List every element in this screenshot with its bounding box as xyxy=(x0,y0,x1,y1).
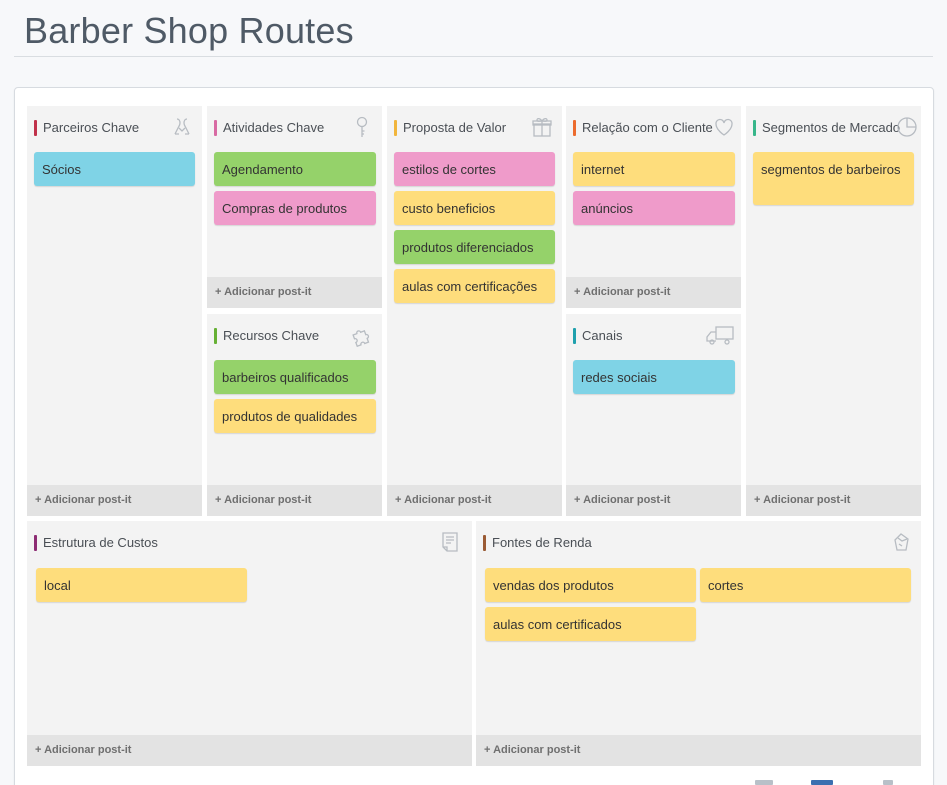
block-atividades-chave: Atividades Chave Agendamento Compras de … xyxy=(207,106,382,308)
block-color-bar xyxy=(34,120,37,136)
block-title: Relação com o Cliente xyxy=(582,120,713,135)
block-proposta-de-valor: Proposta de Valor estilos de cortes cust… xyxy=(387,106,562,516)
block-title: Atividades Chave xyxy=(223,120,325,135)
postit[interactable]: cortes xyxy=(700,568,911,602)
footer-toolbar-partial xyxy=(755,780,915,785)
block-title: Segmentos de Mercado xyxy=(762,120,901,135)
business-model-canvas: Parceiros Chave Sócios + Adicionar post-… xyxy=(14,87,934,785)
postit[interactable]: redes sociais xyxy=(573,360,735,394)
add-postit-button[interactable]: + Adicionar post-it xyxy=(746,485,921,516)
postit[interactable]: segmentos de barbeiros xyxy=(753,152,914,205)
block-color-bar xyxy=(394,120,397,136)
block-title: Proposta de Valor xyxy=(403,120,507,135)
add-postit-button[interactable]: + Adicionar post-it xyxy=(207,485,382,516)
add-postit-button[interactable]: + Adicionar post-it xyxy=(27,485,202,516)
postit[interactable]: produtos diferenciados xyxy=(394,230,555,264)
postit[interactable]: produtos de qualidades xyxy=(214,399,376,433)
block-color-bar xyxy=(573,328,576,344)
receipt-icon xyxy=(438,530,462,554)
add-postit-button[interactable]: + Adicionar post-it xyxy=(387,485,562,516)
postit[interactable]: Compras de produtos xyxy=(214,191,376,225)
money-bag-icon xyxy=(889,530,913,554)
block-color-bar xyxy=(214,328,217,344)
block-canais: Canais redes sociais + Adicionar post-it xyxy=(566,314,741,516)
postit[interactable]: custo beneficios xyxy=(394,191,555,225)
gift-icon xyxy=(530,115,554,139)
block-title: Recursos Chave xyxy=(223,328,320,343)
title-divider xyxy=(14,56,933,57)
puzzle-icon xyxy=(350,323,374,347)
postit[interactable]: Agendamento xyxy=(214,152,376,186)
add-postit-button[interactable]: + Adicionar post-it xyxy=(27,735,472,766)
heart-icon xyxy=(712,115,736,139)
block-color-bar xyxy=(753,120,756,136)
block-title: Parceiros Chave xyxy=(43,120,140,135)
postit[interactable]: anúncios xyxy=(573,191,735,225)
block-color-bar xyxy=(483,535,486,551)
postit[interactable]: estilos de cortes xyxy=(394,152,555,186)
handshake-icon xyxy=(170,115,194,139)
add-postit-button[interactable]: + Adicionar post-it xyxy=(566,485,741,516)
block-recursos-chave: Recursos Chave barbeiros qualificados pr… xyxy=(207,314,382,516)
block-color-bar xyxy=(34,535,37,551)
block-fontes-de-renda: Fontes de Renda vendas dos produtos cort… xyxy=(476,521,921,766)
block-segmentos-de-mercado: Segmentos de Mercado segmentos de barbei… xyxy=(746,106,921,516)
postit[interactable]: Sócios xyxy=(34,152,195,186)
add-postit-button[interactable]: + Adicionar post-it xyxy=(207,277,382,308)
postit[interactable]: aulas com certificados xyxy=(485,607,696,641)
truck-icon xyxy=(705,323,735,347)
add-postit-button[interactable]: + Adicionar post-it xyxy=(476,735,921,766)
page-title: Barber Shop Routes xyxy=(24,10,354,51)
block-title: Canais xyxy=(582,328,623,343)
block-title: Estrutura de Custos xyxy=(43,535,158,550)
postit[interactable]: barbeiros qualificados xyxy=(214,360,376,394)
block-parceiros-chave: Parceiros Chave Sócios + Adicionar post-… xyxy=(27,106,202,516)
block-title: Fontes de Renda xyxy=(492,535,592,550)
add-postit-button[interactable]: + Adicionar post-it xyxy=(566,277,741,308)
postit[interactable]: vendas dos produtos xyxy=(485,568,696,602)
block-color-bar xyxy=(214,120,217,136)
pie-chart-icon xyxy=(895,115,919,139)
postit[interactable]: aulas com certificações xyxy=(394,269,555,303)
postit[interactable]: local xyxy=(36,568,247,602)
postit[interactable]: internet xyxy=(573,152,735,186)
block-relacao-com-o-cliente: Relação com o Cliente internet anúncios … xyxy=(566,106,741,308)
block-estrutura-de-custos: Estrutura de Custos local + Adicionar po… xyxy=(27,521,472,766)
block-color-bar xyxy=(573,120,576,136)
key-icon xyxy=(350,115,374,139)
